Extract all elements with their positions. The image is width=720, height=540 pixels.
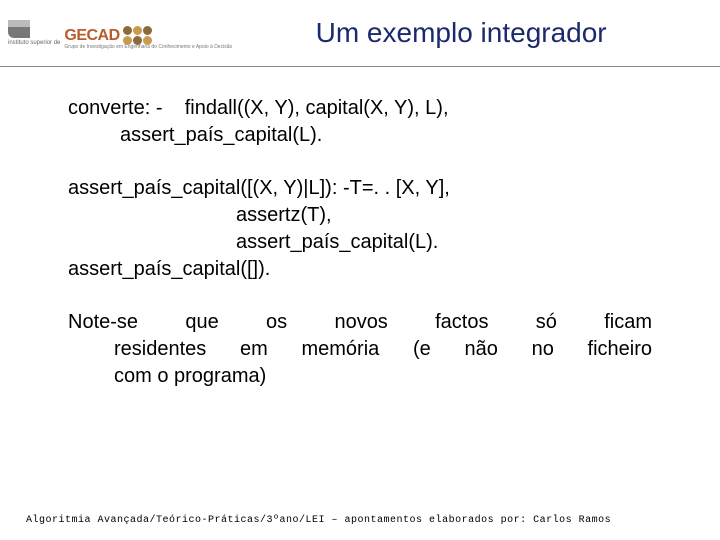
content: converte: - findall((X, Y), capital(X, Y… [0, 67, 720, 390]
header: instituto superior de GECAD Grupo de Inv… [0, 0, 720, 67]
note-paragraph: Note-se que os novos factos só ficam res… [68, 309, 652, 390]
slide: instituto superior de GECAD Grupo de Inv… [0, 0, 720, 540]
footer: Algoritmia Avançada/Teórico-Práticas/3ºa… [0, 515, 720, 526]
note-line: Note-se que os novos factos só ficam [68, 309, 652, 336]
gecad-text: GECAD [64, 27, 119, 45]
code-line: converte: - findall((X, Y), capital(X, Y… [68, 95, 652, 122]
code-block-1: converte: - findall((X, Y), capital(X, Y… [68, 95, 652, 149]
gecad-logo-block: GECAD Grupo de Investigação em Engenhari… [64, 20, 232, 50]
isep-logo: instituto superior de [8, 20, 60, 46]
gecad-subtitle: Grupo de Investigação em Engenharia do C… [64, 45, 232, 50]
logo-area: instituto superior de GECAD Grupo de Inv… [0, 16, 232, 50]
page-title: Um exemplo integrador [232, 17, 720, 49]
code-line: assert_país_capital([(X, Y)|L]): -T=. . … [68, 175, 652, 202]
code-block-2: assert_país_capital([(X, Y)|L]): -T=. . … [68, 175, 652, 283]
isep-label: instituto superior de [8, 40, 60, 46]
code-line: assertz(T), [68, 202, 652, 229]
isep-mark-icon [8, 20, 30, 38]
code-line: assert_país_capital(L). [68, 229, 652, 256]
note-line: com o programa) [68, 363, 652, 390]
gecad-logo: GECAD [64, 26, 232, 45]
code-line: assert_país_capital(L). [68, 122, 652, 149]
code-line: assert_país_capital([]). [68, 256, 652, 283]
gecad-dots-icon [123, 26, 152, 45]
note-line: residentes em memória (e não no ficheiro [68, 336, 652, 363]
